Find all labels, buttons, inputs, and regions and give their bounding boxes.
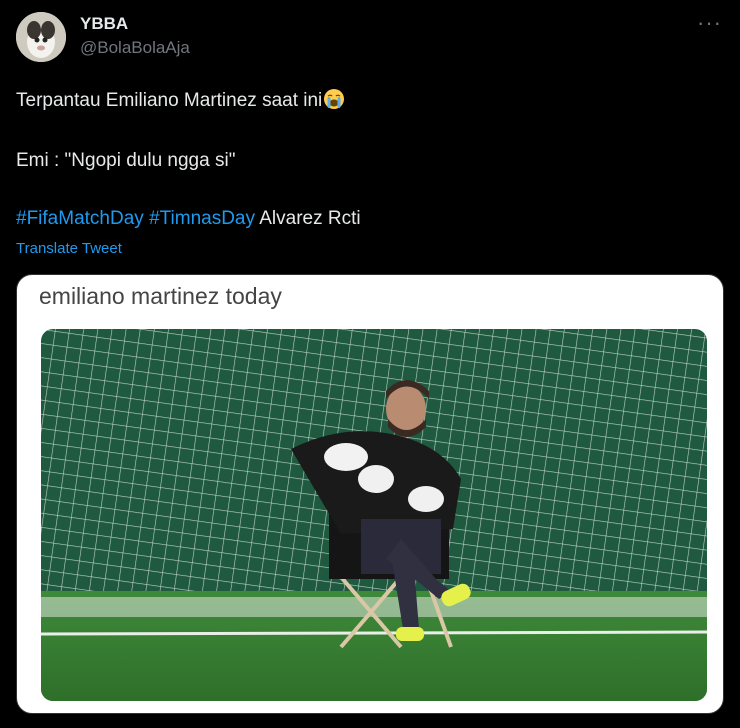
media-caption: emiliano martinez today (39, 283, 282, 309)
tweet-line-3: #FifaMatchDay #TimnasDay Alvarez Rcti (16, 208, 361, 230)
media-photo (41, 329, 707, 701)
loudly-crying-face-icon (323, 88, 345, 116)
avatar[interactable] (16, 12, 66, 62)
author-name[interactable]: YBBA (80, 14, 128, 34)
hashtag-fifamatchday[interactable]: #FifaMatchDay (16, 208, 144, 229)
hashtag-timnasday[interactable]: #TimnasDay (149, 208, 255, 229)
translate-tweet-link[interactable]: Translate Tweet (16, 240, 122, 257)
author-handle[interactable]: @BolaBolaAja (80, 38, 190, 58)
avatar-image (16, 12, 66, 62)
tweet-line-1: Terpantau Emiliano Martinez saat ini (16, 88, 345, 116)
tweet-text-1: Terpantau Emiliano Martinez saat ini (16, 90, 323, 111)
more-options-button[interactable]: ··· (697, 10, 722, 36)
tweet-media[interactable]: emiliano martinez today (16, 274, 724, 714)
tweet-trailing-text: Alvarez Rcti (259, 208, 361, 229)
tweet-text-2: Emi : "Ngopi dulu ngga si" (16, 150, 236, 171)
